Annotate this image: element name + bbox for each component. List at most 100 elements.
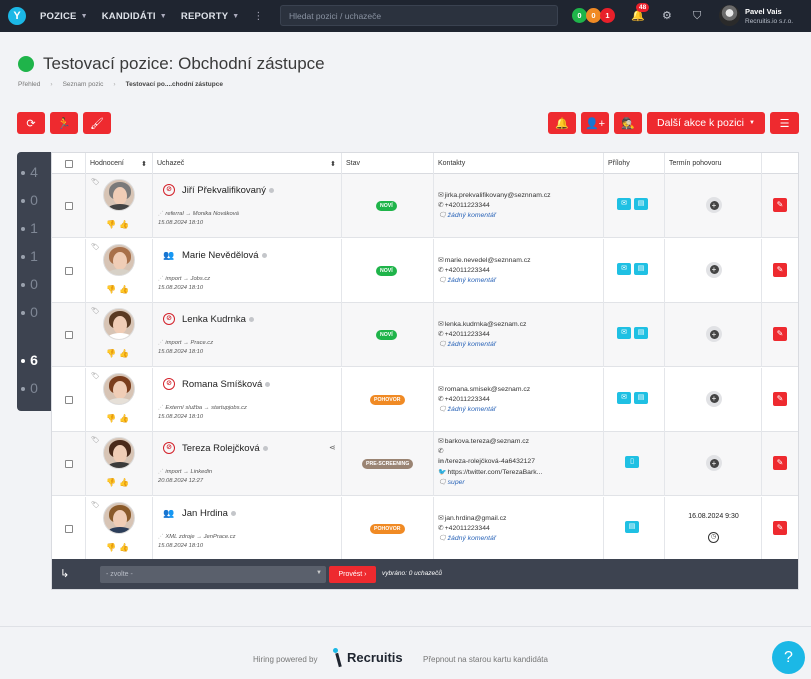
add-interview-button[interactable]: +: [706, 455, 722, 471]
table-row[interactable]: 🏷 👎👍 ⊘ Jiří Překvalifikovaný ⋰ referral …: [52, 174, 798, 238]
thumbs-up-icon[interactable]: 👍: [119, 543, 132, 552]
cv-attachment-icon[interactable]: ▤: [634, 198, 648, 210]
cv-attachment-icon[interactable]: ▤: [634, 391, 648, 404]
thumbs-down-icon[interactable]: 👎: [106, 220, 119, 229]
table-row[interactable]: 🏷 👎👍 👥 Marie Nevědělová ⋰ import → Jobs.…: [52, 238, 798, 303]
edit-pencil-icon[interactable]: ✎: [773, 391, 787, 406]
shield-icon[interactable]: ⛉: [693, 9, 701, 23]
state-badge[interactable]: NOVÍ: [376, 265, 397, 276]
candidate-name[interactable]: Jiří Překvalifikovaný: [182, 185, 274, 196]
table-row[interactable]: 🏷 👎👍 ⊘ Romana Smíšková ⋰ Externí služba …: [52, 367, 798, 432]
switch-old-card-link[interactable]: Přepnout na starou kartu kandidáta: [423, 655, 548, 664]
email-attachment-icon[interactable]: ✉: [617, 262, 631, 275]
execute-button[interactable]: Provést ›: [329, 566, 376, 583]
more-menu-icon[interactable]: ⋮: [253, 11, 263, 22]
contact-comment[interactable]: 🗨žádný komentář: [438, 276, 531, 286]
candidate-name[interactable]: Marie Nevědělová: [182, 250, 267, 261]
state-badge[interactable]: PRE-SCREENING: [362, 459, 414, 469]
candidate-photo[interactable]: [103, 501, 135, 534]
thumbs-up-icon[interactable]: 👍: [119, 220, 132, 229]
column-candidate[interactable]: Uchazeč ⬍: [153, 153, 342, 174]
tag-icon[interactable]: 🏷: [91, 243, 100, 251]
rating-thumbs[interactable]: 👎👍: [106, 543, 132, 552]
thumbs-up-icon[interactable]: 👍: [119, 349, 132, 358]
refresh-button[interactable]: ⟳: [17, 112, 45, 134]
contact-comment[interactable]: 🗨super: [438, 478, 542, 488]
nav-candidates[interactable]: KANDIDÁTI ▼: [102, 11, 167, 22]
email-attachment-icon[interactable]: ✉: [617, 198, 631, 210]
table-row[interactable]: 🏷 👎👍 ⊘ Tereza Rolejčková ⋖ ⋰ import → Li…: [52, 432, 798, 496]
cv-attachment-icon[interactable]: ▤: [634, 327, 648, 339]
edit-pencil-icon[interactable]: ✎: [773, 520, 787, 535]
row-checkbox[interactable]: [64, 331, 73, 339]
nav-reports[interactable]: REPORTY ▼: [181, 11, 239, 22]
clock-icon[interactable]: ◷: [708, 531, 719, 543]
candidate-name[interactable]: Tereza Rolejčková: [182, 443, 268, 454]
thumbs-down-icon[interactable]: 👎: [106, 349, 119, 358]
select-all-checkbox[interactable]: [64, 159, 73, 168]
rating-thumbs[interactable]: 👎👍: [106, 285, 132, 294]
breadcrumb-positions[interactable]: Seznam pozic: [63, 81, 104, 88]
runner-button[interactable]: 🏃: [50, 112, 78, 134]
sort-icon[interactable]: ⬍: [330, 160, 336, 168]
edit-pencil-icon[interactable]: ✎: [773, 262, 787, 277]
thumbs-up-icon[interactable]: 👍: [119, 285, 132, 294]
breadcrumb-overview[interactable]: Přehled: [18, 81, 40, 88]
tag-icon[interactable]: 🏷: [91, 307, 100, 315]
add-candidate-button[interactable]: 👤+: [581, 112, 609, 134]
contact-twitter[interactable]: 🐦https://twitter.com/TerezaBark...: [438, 468, 542, 478]
tag-icon[interactable]: 🏷: [91, 436, 100, 444]
contact-phone[interactable]: ✆+42011223344: [438, 395, 530, 405]
rating-thumbs[interactable]: 👎👍: [106, 414, 132, 423]
contact-phone[interactable]: ✆: [438, 447, 542, 457]
sort-icon[interactable]: ⬍: [141, 160, 147, 168]
candidate-photo[interactable]: [103, 243, 135, 276]
state-badge[interactable]: POHOVOR: [370, 394, 405, 405]
row-checkbox[interactable]: [64, 202, 73, 210]
contact-comment[interactable]: 🗨žádný komentář: [438, 211, 551, 221]
gear-icon[interactable]: ⚙: [662, 9, 672, 23]
table-row[interactable]: 🏷 👎👍 👥 Jan Hrdina ⋰ XML zdroje → JenPrac…: [52, 496, 798, 561]
column-attachments[interactable]: Přílohy: [604, 153, 665, 174]
user-avatar[interactable]: [719, 5, 740, 26]
more-position-actions-button[interactable]: Další akce k pozici ▼: [647, 112, 765, 134]
state-badge[interactable]: POHOVOR: [370, 523, 405, 534]
thumbs-down-icon[interactable]: 👎: [106, 543, 119, 552]
brush-button[interactable]: 🖌: [83, 112, 111, 134]
candidate-name[interactable]: Jan Hrdina: [182, 508, 236, 519]
rating-thumbs[interactable]: 👎👍: [106, 349, 132, 358]
state-badge[interactable]: NOVÍ: [376, 201, 397, 211]
tag-icon[interactable]: 🏷: [91, 178, 100, 186]
column-state[interactable]: Stav: [342, 153, 434, 174]
contact-email[interactable]: ✉jan.hrdina@gmail.cz: [438, 514, 506, 524]
column-interview[interactable]: Termín pohovoru: [665, 153, 762, 174]
candidate-photo[interactable]: [103, 179, 135, 211]
contact-phone[interactable]: ✆+42011223344: [438, 524, 506, 534]
candidate-photo[interactable]: [103, 372, 135, 405]
email-attachment-icon[interactable]: ✉: [617, 327, 631, 339]
rating-thumbs[interactable]: 👎👍: [106, 220, 132, 229]
settings-sliders-button[interactable]: ☰: [770, 112, 799, 134]
contact-email[interactable]: ✉barkova.tereza@seznam.cz: [438, 437, 542, 447]
counter-orange[interactable]: 0: [586, 8, 601, 23]
row-checkbox[interactable]: [64, 460, 73, 468]
contact-email[interactable]: ✉romana.smisek@seznam.cz: [438, 385, 530, 395]
help-button[interactable]: ?: [772, 641, 805, 674]
thumbs-up-icon[interactable]: 👍: [119, 414, 132, 423]
add-interview-button[interactable]: +: [706, 197, 722, 213]
candidate-photo[interactable]: [103, 437, 135, 469]
recruitis-brand-logo[interactable]: Recruitis: [333, 647, 403, 668]
email-attachment-icon[interactable]: ✉: [617, 391, 631, 404]
contact-phone[interactable]: ✆+42011223344: [438, 201, 551, 211]
row-checkbox[interactable]: [64, 266, 73, 275]
contact-linkedin[interactable]: in/tereza-rolejčková-4a6432127: [438, 457, 542, 467]
nav-positions[interactable]: POZICE ▼: [40, 11, 88, 22]
row-checkbox[interactable]: [64, 395, 73, 404]
candidate-name[interactable]: Romana Smíšková: [182, 379, 271, 390]
candidate-name[interactable]: Lenka Kudrnka: [182, 314, 254, 325]
user-name[interactable]: Pavel Vais: [745, 7, 782, 16]
add-interview-button[interactable]: +: [706, 261, 722, 278]
cv-attachment-icon[interactable]: ▤: [625, 520, 639, 533]
contact-comment[interactable]: 🗨žádný komentář: [438, 534, 506, 544]
contact-email[interactable]: ✉jirka.prekvalifikovany@seznnam.cz: [438, 191, 551, 201]
